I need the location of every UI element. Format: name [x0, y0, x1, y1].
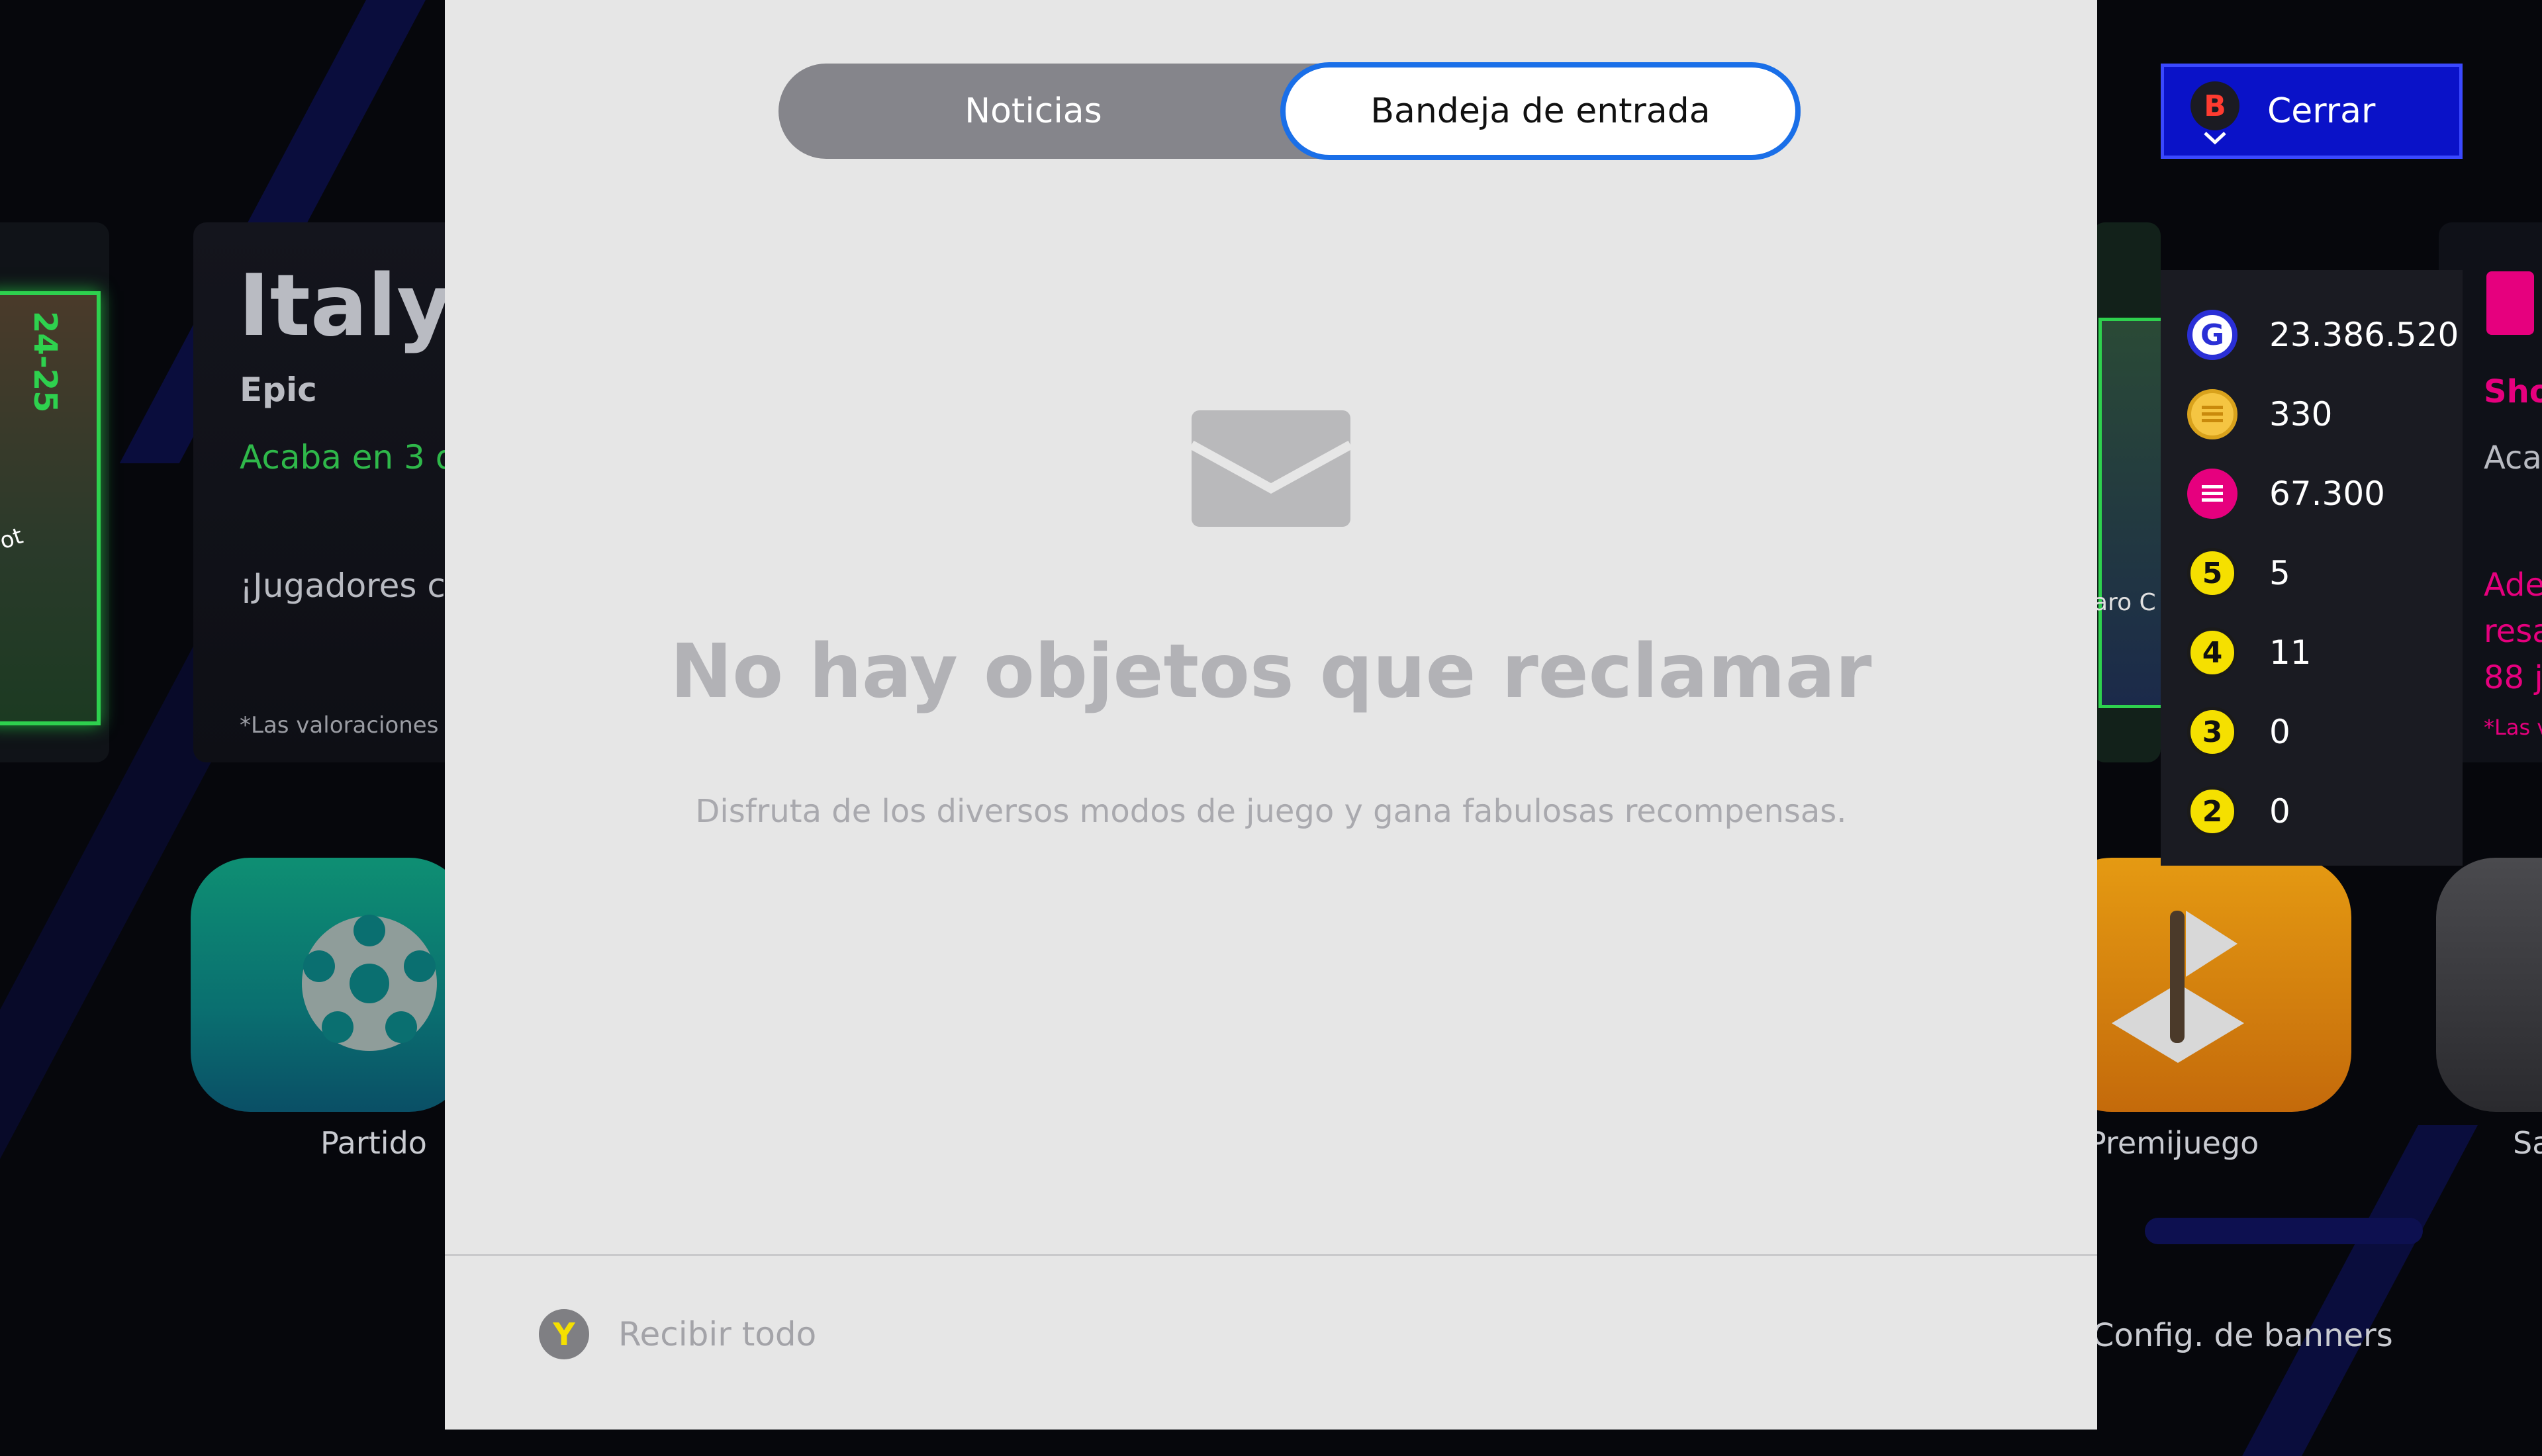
- y-button-icon: Y: [539, 1309, 589, 1359]
- currency-value: 5: [2269, 554, 2290, 592]
- promo-line: resa: [2484, 613, 2542, 650]
- empty-state-title: No hay objetos que reclamar: [670, 629, 1872, 715]
- featured-player-name: aro C: [2093, 589, 2156, 616]
- currency-row-points: 67.300: [2187, 467, 2385, 520]
- b-button-icon: B: [2190, 81, 2239, 130]
- ticket-2-icon: 2: [2187, 786, 2237, 837]
- match-tile-label: Partido: [320, 1125, 427, 1161]
- ticket-5-icon: 5: [2187, 548, 2237, 598]
- ticket-3-icon: 3: [2187, 707, 2237, 757]
- close-button[interactable]: B Cerrar: [2161, 64, 2463, 159]
- receive-all-button[interactable]: Y Recibir todo: [539, 1309, 816, 1359]
- currency-value: 23.386.520: [2269, 316, 2459, 354]
- pregame-tile-label: Premijuego: [2088, 1125, 2259, 1161]
- featured-player-art: [2098, 318, 2164, 708]
- promo-brand-icon: [2486, 271, 2534, 335]
- currency-value: 0: [2269, 792, 2290, 831]
- bg-decor-stripe: [2242, 1125, 2478, 1456]
- empty-state-subtitle: Disfruta de los diversos modos de juego …: [695, 793, 1847, 830]
- currency-row-ticket-3: 3 0: [2187, 705, 2290, 758]
- currency-value: 11: [2269, 633, 2312, 672]
- event-footnote: *Las valoraciones ge: [240, 712, 474, 739]
- tab-bar: Noticias Bandeja de entrada: [778, 62, 1801, 160]
- currency-value: 330: [2269, 395, 2333, 433]
- inbox-modal: Noticias Bandeja de entrada No hay objet…: [445, 0, 2097, 1430]
- currency-value: 0: [2269, 713, 2290, 751]
- close-button-label: Cerrar: [2267, 91, 2376, 131]
- currency-row-ticket-5: 5 5: [2187, 547, 2290, 600]
- promo-line: Ade: [2484, 567, 2542, 604]
- promo-line: 88 j: [2484, 659, 2542, 696]
- promo-logo: Sho: [2484, 373, 2542, 410]
- ticket-4-icon: 4: [2187, 627, 2237, 678]
- match-tile[interactable]: [191, 858, 469, 1112]
- event-rarity: Epic: [240, 371, 317, 409]
- event-teaser: ¡Jugadores co: [240, 567, 466, 605]
- chevron-down-icon: [2204, 132, 2226, 145]
- receive-all-label: Recibir todo: [618, 1315, 817, 1353]
- third-tile-label: Sa: [2513, 1125, 2542, 1161]
- banner-config-label[interactable]: Config. de banners: [2092, 1317, 2393, 1354]
- currency-row-ticket-4: 4 11: [2187, 626, 2312, 679]
- currency-row-ticket-2: 2 0: [2187, 785, 2290, 838]
- third-tile[interactable]: [2436, 858, 2542, 1112]
- gp-coin-icon: G: [2187, 310, 2237, 360]
- currency-value: 67.300: [2269, 475, 2385, 513]
- promo-subtitle: Acal: [2484, 439, 2542, 477]
- player-card-season: 24-25: [26, 311, 64, 413]
- soccer-ball-icon: [302, 915, 437, 1051]
- envelope-icon: [1192, 410, 1350, 527]
- currency-row-gp: G 23.386.520: [2187, 308, 2459, 361]
- bg-decor-stripe: [2145, 1218, 2423, 1244]
- strategy-flag-icon: [2112, 911, 2244, 1063]
- tab-inbox[interactable]: Bandeja de entrada: [1280, 62, 1801, 160]
- promo-footnote: *Las v: [2484, 715, 2542, 740]
- efootball-coin-icon: [2187, 389, 2237, 439]
- footer-divider: [445, 1254, 2097, 1256]
- tab-news[interactable]: Noticias: [778, 64, 1288, 159]
- efootball-points-icon: [2187, 469, 2237, 519]
- currency-row-coins: 330: [2187, 388, 2332, 441]
- currency-panel: G 23.386.520 330 67.300 5 5 4 11 3 0 2 0: [2161, 270, 2463, 866]
